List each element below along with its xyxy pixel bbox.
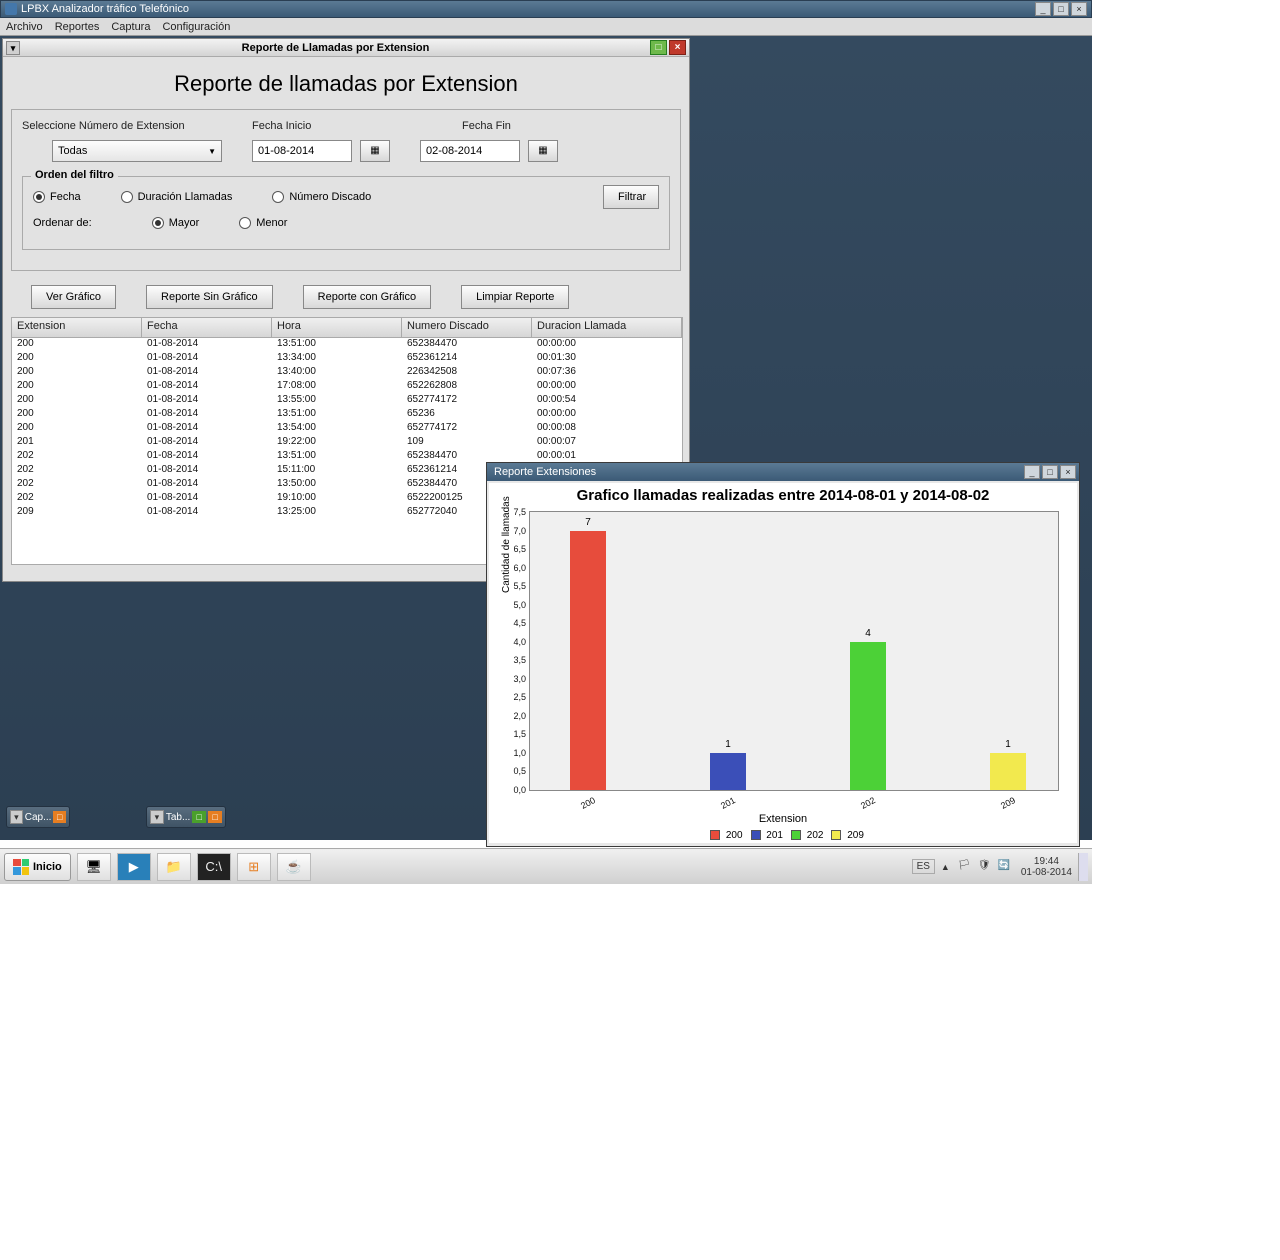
menu-captura[interactable]: Captura xyxy=(111,21,150,33)
table-row[interactable]: 20101-08-201419:22:0010900:00:07 xyxy=(12,436,682,450)
tray-flag-icon[interactable]: 🏳 xyxy=(958,860,972,874)
taskbar: Inicio 🖥 ▶ 📁 C:\ ⊞ ☕ ES ▲ 🏳 🛡 🔄 19:44 01… xyxy=(0,848,1092,884)
col-duracion[interactable]: Duracion Llamada xyxy=(532,318,682,338)
windows-logo-icon xyxy=(13,859,29,875)
chart-titlebar[interactable]: Reporte Extensiones _ □ × xyxy=(487,463,1079,481)
window-menu-icon: ▾ xyxy=(10,810,23,824)
table-row[interactable]: 20001-08-201413:55:0065277417200:00:54 xyxy=(12,394,682,408)
chevron-down-icon: ▼ xyxy=(208,147,216,156)
chart-window: Reporte Extensiones _ □ × Grafico llamad… xyxy=(486,462,1080,847)
restore-icon[interactable]: □ xyxy=(53,811,66,823)
menubar: Archivo Reportes Captura Configuración xyxy=(0,18,1092,36)
radio-numero[interactable] xyxy=(272,191,284,203)
window-menu-icon[interactable]: ▾ xyxy=(6,41,20,55)
taskbar-app-xampp[interactable]: ⊞ xyxy=(237,853,271,881)
taskbar-app-2[interactable]: ▶ xyxy=(117,853,151,881)
calendar-to-icon[interactable]: ▦ xyxy=(528,140,558,162)
menu-reportes[interactable]: Reportes xyxy=(55,21,100,33)
col-numero[interactable]: Numero Discado xyxy=(402,318,532,338)
table-row[interactable]: 20001-08-201413:51:006523600:00:00 xyxy=(12,408,682,422)
radio-duracion[interactable] xyxy=(121,191,133,203)
minimized-cap[interactable]: ▾ Cap... □ xyxy=(6,806,70,828)
close-button[interactable]: × xyxy=(1060,465,1076,479)
chart-plot: 0,00,51,01,52,02,53,03,54,04,55,05,56,06… xyxy=(529,511,1059,791)
filtrar-button[interactable]: Filtrar xyxy=(603,185,659,209)
chart-xlabel: Extension xyxy=(489,813,1077,825)
date-to-input[interactable] xyxy=(420,140,520,162)
tray-sync-icon[interactable]: 🔄 xyxy=(998,860,1012,874)
calendar-from-icon[interactable]: ▦ xyxy=(360,140,390,162)
maximize-button[interactable]: □ xyxy=(1053,2,1069,16)
date-from-input[interactable] xyxy=(252,140,352,162)
label-ordenar: Ordenar de: xyxy=(33,217,92,229)
ver-grafico-button[interactable]: Ver Gráfico xyxy=(31,285,116,309)
taskbar-app-1[interactable]: 🖥 xyxy=(77,853,111,881)
chart-legend: 200 201 202 209 xyxy=(489,830,1077,841)
show-desktop-button[interactable] xyxy=(1078,853,1088,881)
tray-shield-icon[interactable]: 🛡 xyxy=(978,860,992,874)
language-indicator[interactable]: ES xyxy=(912,859,935,874)
label-fecha-inicio: Fecha Inicio xyxy=(252,120,462,132)
reporte-con-grafico-button[interactable]: Reporte con Gráfico xyxy=(303,285,431,309)
java-icon xyxy=(5,3,17,15)
col-hora[interactable]: Hora xyxy=(272,318,402,338)
taskbar-app-4[interactable]: C:\ xyxy=(197,853,231,881)
report-heading: Reporte de llamadas por Extension xyxy=(11,71,681,97)
restore-icon[interactable]: □ xyxy=(192,811,206,823)
chart-title: Grafico llamadas realizadas entre 2014-0… xyxy=(489,483,1077,508)
chart-window-title: Reporte Extensiones xyxy=(494,466,596,478)
close-button[interactable]: × xyxy=(1071,2,1087,16)
maximize-button[interactable]: □ xyxy=(1042,465,1058,479)
col-extension[interactable]: Extension xyxy=(12,318,142,338)
filter-legend: Orden del filtro xyxy=(31,169,118,181)
table-row[interactable]: 20001-08-201417:08:0065226280800:00:00 xyxy=(12,380,682,394)
maximize-icon[interactable]: □ xyxy=(650,40,667,55)
reporte-sin-grafico-button[interactable]: Reporte Sin Gráfico xyxy=(146,285,273,309)
label-fecha-fin: Fecha Fin xyxy=(462,120,511,132)
close-icon[interactable]: × xyxy=(669,40,686,55)
titlebar[interactable]: LPBX Analizador tráfico Telefónico _ □ × xyxy=(0,0,1092,18)
limpiar-reporte-button[interactable]: Limpiar Reporte xyxy=(461,285,569,309)
table-row[interactable]: 20001-08-201413:40:0022634250800:07:36 xyxy=(12,366,682,380)
minimize-button[interactable]: _ xyxy=(1024,465,1040,479)
report-titlebar[interactable]: ▾ Reporte de Llamadas por Extension □ × xyxy=(3,39,689,57)
table-row[interactable]: 20001-08-201413:51:0065238447000:00:00 xyxy=(12,338,682,352)
table-row[interactable]: 20001-08-201413:34:0065236121400:01:30 xyxy=(12,352,682,366)
report-window-title: Reporte de Llamadas por Extension xyxy=(23,42,648,54)
menu-archivo[interactable]: Archivo xyxy=(6,21,43,33)
start-button[interactable]: Inicio xyxy=(4,853,71,881)
table-row[interactable]: 20001-08-201413:54:0065277417200:00:08 xyxy=(12,422,682,436)
minimize-button[interactable]: _ xyxy=(1035,2,1051,16)
label-extension: Seleccione Número de Extension xyxy=(22,120,252,132)
taskbar-app-java[interactable]: ☕ xyxy=(277,853,311,881)
maximize-icon[interactable]: □ xyxy=(208,811,222,823)
app-title: LPBX Analizador tráfico Telefónico xyxy=(21,3,189,15)
radio-menor[interactable] xyxy=(239,217,251,229)
clock[interactable]: 19:44 01-08-2014 xyxy=(1021,856,1072,878)
extension-combo[interactable]: Todas ▼ xyxy=(52,140,222,162)
menu-config[interactable]: Configuración xyxy=(162,21,230,33)
minimized-tab[interactable]: ▾ Tab... □ □ xyxy=(146,806,226,828)
col-fecha[interactable]: Fecha xyxy=(142,318,272,338)
taskbar-app-3[interactable]: 📁 xyxy=(157,853,191,881)
window-menu-icon: ▾ xyxy=(150,810,164,824)
radio-mayor[interactable] xyxy=(152,217,164,229)
radio-fecha[interactable] xyxy=(33,191,45,203)
tray-chevron-icon[interactable]: ▲ xyxy=(941,862,950,872)
